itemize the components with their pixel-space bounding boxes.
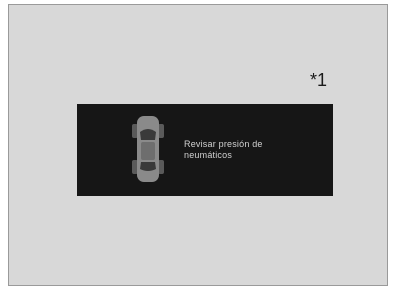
warning-message-line-1: Revisar presión de	[184, 139, 263, 149]
footnote-marker: *1	[310, 70, 328, 90]
car-top-view-icon	[132, 116, 164, 182]
warning-message-line-2: neumáticos	[184, 150, 233, 160]
warning-message: Revisar presión de neumáticos	[184, 139, 324, 161]
